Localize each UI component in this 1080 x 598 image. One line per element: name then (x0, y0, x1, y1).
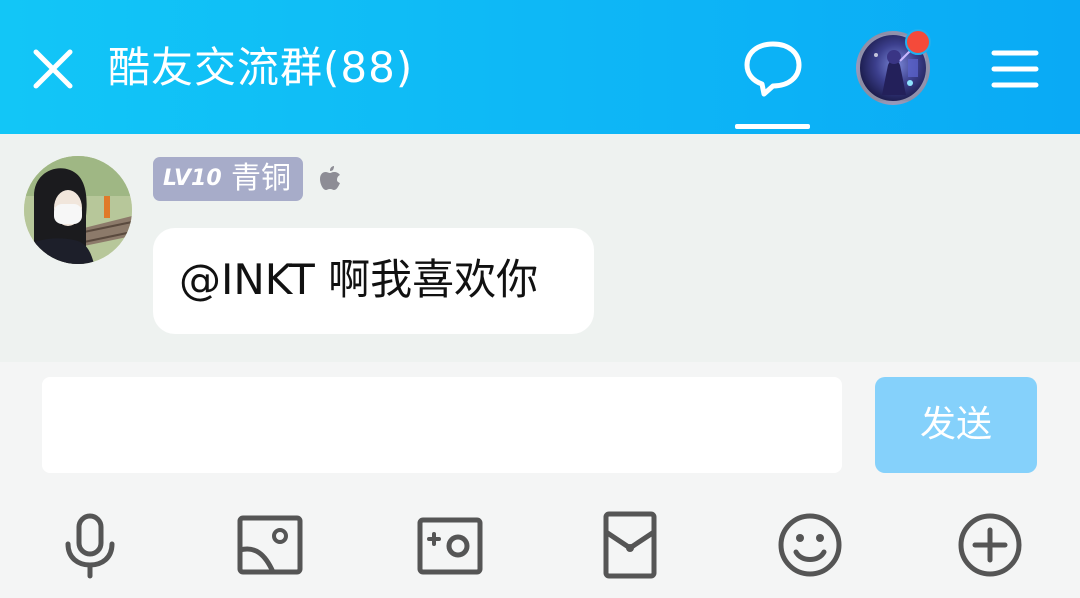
camera-icon (417, 517, 483, 575)
message-text: @INKT 啊我喜欢你 (179, 255, 539, 304)
chat-tab-button[interactable] (740, 38, 806, 98)
microphone-icon (65, 513, 115, 579)
red-packet-icon (603, 511, 657, 579)
level-badge: LV10 青铜 (153, 157, 303, 201)
close-icon (33, 49, 73, 89)
level-tag: LV10 (163, 166, 222, 191)
sender-avatar[interactable] (24, 156, 132, 264)
menu-icon (991, 50, 1039, 88)
group-title: 酷友交流群(88) (108, 43, 414, 92)
send-button[interactable]: 发送 (875, 377, 1037, 473)
apple-icon (316, 164, 346, 194)
voice-button[interactable] (55, 510, 125, 580)
image-icon (237, 515, 303, 575)
emoji-button[interactable] (775, 510, 845, 580)
level-name: 青铜 (231, 161, 291, 196)
active-tab-indicator (735, 124, 810, 129)
sender-avatar-image (24, 156, 132, 264)
red-packet-button[interactable] (595, 510, 665, 580)
image-button[interactable] (235, 510, 305, 580)
plus-icon (958, 513, 1022, 577)
notification-dot (905, 29, 931, 55)
chat-bubble-icon (744, 41, 802, 97)
emoji-icon (778, 513, 842, 577)
message-input[interactable] (42, 377, 842, 473)
camera-button[interactable] (415, 510, 485, 580)
close-button[interactable] (28, 44, 78, 94)
more-button[interactable] (955, 510, 1025, 580)
message-bubble[interactable]: @INKT 啊我喜欢你 (153, 228, 594, 334)
top-bar: 酷友交流群(88) (0, 0, 1080, 134)
menu-button[interactable] (990, 48, 1040, 90)
